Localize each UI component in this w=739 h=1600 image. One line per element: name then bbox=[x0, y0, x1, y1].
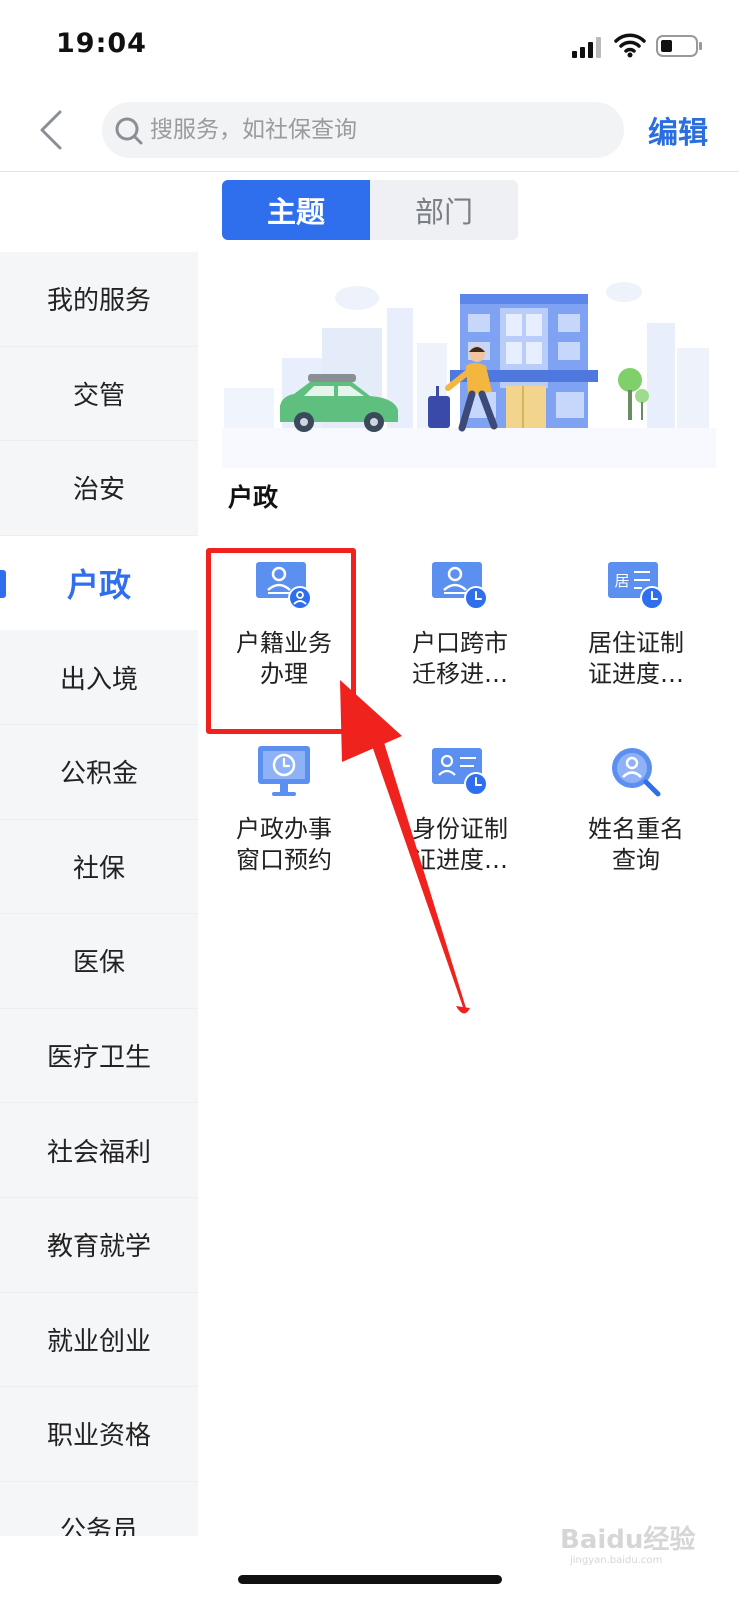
sidebar-item-education[interactable]: 教育就学 bbox=[0, 1198, 198, 1293]
sidebar-item-my-services[interactable]: 我的服务 bbox=[0, 252, 198, 347]
svg-text:jingyan.baidu.com: jingyan.baidu.com bbox=[569, 1555, 662, 1566]
sidebar: 我的服务 交管 治安 户政 出入境 公积金 社保 医保 医疗卫生 社会福利 教育… bbox=[0, 252, 198, 1536]
baidu-jingyan-watermark: Baidu经验 jingyan.baidu.com bbox=[560, 1524, 695, 1566]
service-label: 姓名重名 查询 bbox=[588, 815, 684, 874]
search-header: 编辑 bbox=[0, 90, 739, 172]
sidebar-item-social-welfare[interactable]: 社会福利 bbox=[0, 1103, 198, 1198]
service-label: 居住证制 证进度… bbox=[588, 629, 684, 688]
sidebar-item-housing-fund[interactable]: 公积金 bbox=[0, 725, 198, 820]
search-input[interactable] bbox=[150, 102, 610, 158]
service-residence-permit-progress[interactable]: 居 居住证制 证进度… bbox=[554, 558, 718, 690]
banner-illustration bbox=[222, 268, 716, 468]
chevron-left-icon[interactable] bbox=[34, 108, 70, 152]
sidebar-item-household[interactable]: 户政 bbox=[0, 535, 198, 631]
signal-icon bbox=[572, 37, 601, 58]
id-card-clock-icon bbox=[432, 562, 488, 610]
sidebar-item-exit-entry[interactable]: 出入境 bbox=[0, 630, 198, 725]
status-bar: 19:04 bbox=[0, 0, 739, 90]
status-time: 19:04 bbox=[56, 28, 147, 59]
service-duplicate-name-query[interactable]: 姓名重名 查询 bbox=[554, 744, 718, 876]
residence-card-clock-icon: 居 bbox=[608, 562, 664, 610]
sidebar-item-medical-insurance[interactable]: 医保 bbox=[0, 914, 198, 1009]
sidebar-item-public-security[interactable]: 治安 bbox=[0, 441, 198, 536]
sidebar-item-qualification[interactable]: 职业资格 bbox=[0, 1387, 198, 1482]
search-icon bbox=[115, 117, 143, 145]
section-title: 户政 bbox=[228, 483, 279, 512]
edit-button[interactable]: 编辑 bbox=[648, 108, 708, 152]
home-indicator[interactable] bbox=[238, 1575, 502, 1584]
red-arrow-annotation bbox=[340, 680, 470, 1014]
category-tabs: 主题 部门 bbox=[222, 180, 518, 240]
wifi-icon bbox=[614, 33, 646, 58]
monitor-clock-icon bbox=[258, 746, 310, 796]
sidebar-item-traffic[interactable]: 交管 bbox=[0, 347, 198, 442]
search-box[interactable] bbox=[102, 102, 624, 158]
magnifier-person-icon bbox=[612, 748, 661, 797]
tab-topic[interactable]: 主题 bbox=[222, 180, 370, 240]
sidebar-item-civil-servant[interactable]: 公务员 bbox=[0, 1482, 198, 1536]
service-cross-city-migration[interactable]: 户口跨市 迁移进… bbox=[378, 558, 542, 690]
sidebar-item-employment[interactable]: 就业创业 bbox=[0, 1293, 198, 1388]
battery-icon bbox=[656, 35, 702, 57]
sidebar-item-healthcare[interactable]: 医疗卫生 bbox=[0, 1009, 198, 1104]
tab-department[interactable]: 部门 bbox=[370, 180, 518, 240]
svg-text:居: 居 bbox=[614, 572, 629, 590]
svg-text:Baidu经验: Baidu经验 bbox=[560, 1524, 695, 1555]
sidebar-item-social-security[interactable]: 社保 bbox=[0, 820, 198, 915]
